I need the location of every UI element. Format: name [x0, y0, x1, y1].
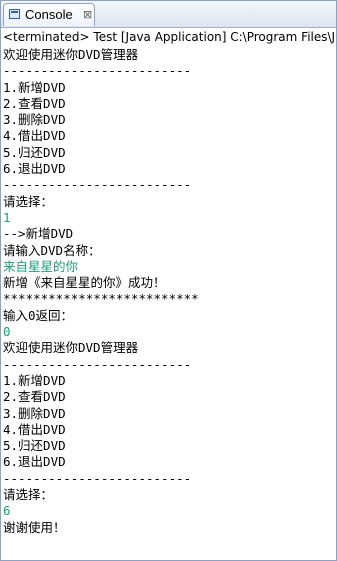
console-output-line: ************************** [3, 291, 199, 307]
console-output-line: 谢谢使用！ [3, 519, 66, 535]
console-output-line: 1.新增DVD [3, 79, 66, 95]
console-output-line: 5.归还DVD [3, 438, 66, 454]
console-output-line: 请输入DVD名称： [3, 242, 101, 258]
console-output-line: 请选择： [3, 487, 54, 503]
console-output-line: ------------------------- [3, 356, 192, 372]
console-output-line: 1.新增DVD [3, 372, 66, 388]
console-output-line: 2.查看DVD [3, 95, 66, 111]
console-output-line: 新增《来自星星的你》成功！ [3, 275, 166, 291]
console-output-line: ------------------------- [3, 470, 192, 486]
console-output-line: 欢迎使用迷你DVD管理器 [3, 340, 139, 356]
console-output-line: 5.归还DVD [3, 144, 66, 160]
console-output-line: 2.查看DVD [3, 389, 66, 405]
tab-console[interactable]: Console ⊠ [3, 3, 95, 26]
console-output-line: 请选择： [3, 193, 54, 209]
console-output-line: 输入0返回： [3, 307, 74, 323]
console-output-line: 6.退出DVD [3, 454, 66, 470]
close-icon[interactable]: ⊠ [83, 7, 92, 23]
console-input-line: 来自星星的你 [3, 258, 79, 274]
console-output-line: 6.退出DVD [3, 161, 66, 177]
console-output-line: 3.删除DVD [3, 112, 66, 128]
tab-console-label: Console [25, 7, 73, 22]
console-output-line: ------------------------- [3, 63, 192, 79]
console-output-line: -->新增DVD [3, 226, 74, 242]
console-output-line: 4.借出DVD [3, 421, 66, 437]
console-icon [9, 9, 20, 19]
console-output[interactable]: 欢迎使用迷你DVD管理器 ------------------------- 1.新… [3, 47, 334, 536]
console-output-line: 3.删除DVD [3, 405, 66, 421]
console-output-line: ------------------------- [3, 177, 192, 193]
console-output-line: 欢迎使用迷你DVD管理器 [3, 47, 139, 62]
view-tab-bar: Console ⊠ [1, 1, 336, 28]
process-status-label: <terminated> Test [Java Application] C:\… [3, 30, 336, 44]
console-input-line: 0 [3, 324, 11, 340]
console-output-line: 4.借出DVD [3, 128, 66, 144]
console-input-line: 6 [3, 503, 11, 519]
console-input-line: 1 [3, 209, 11, 225]
console-view: Console ⊠ <terminated> Test [Java Applic… [0, 0, 337, 561]
